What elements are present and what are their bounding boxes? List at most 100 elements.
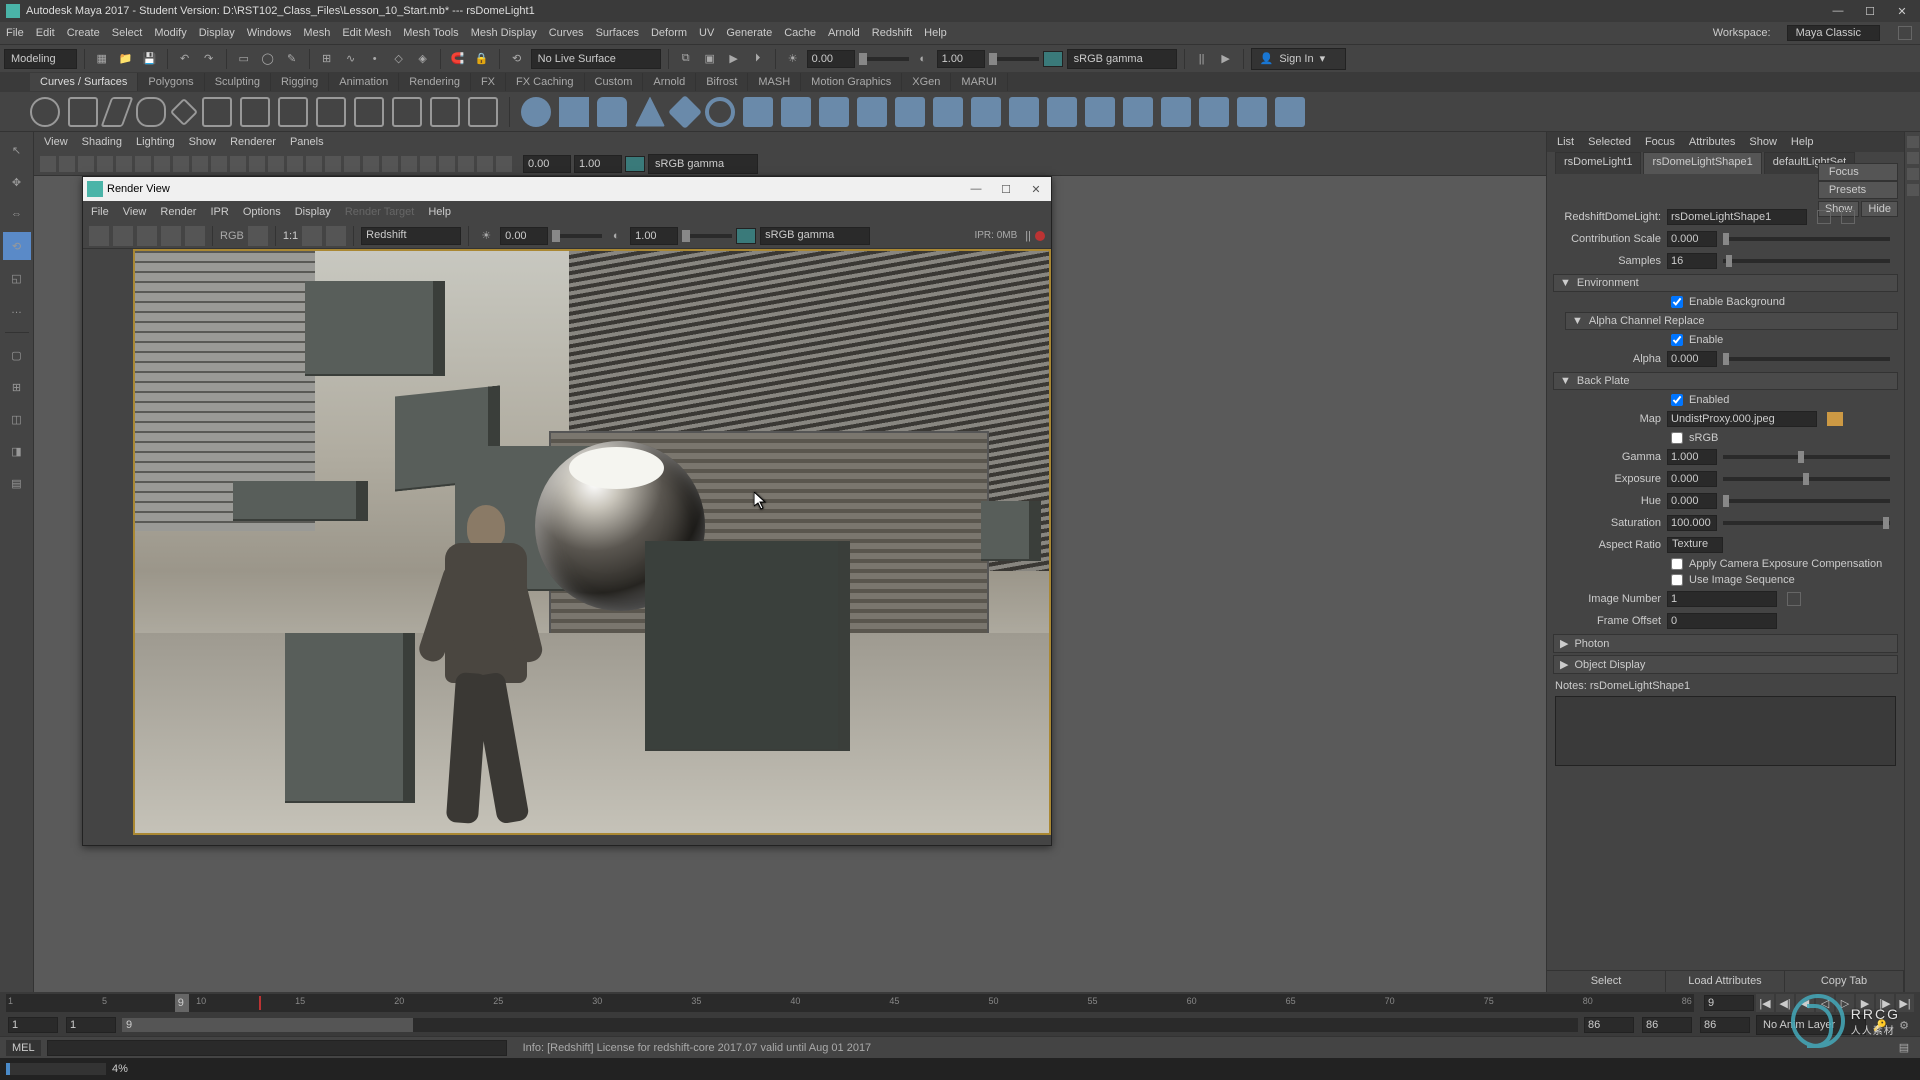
ae-enable-check[interactable] (1671, 334, 1683, 346)
panel-menu-renderer[interactable]: Renderer (230, 136, 276, 148)
time-track[interactable]: 1 5 10 15 20 25 30 35 40 45 50 55 60 65 … (6, 994, 1694, 1012)
range-end[interactable] (1584, 1017, 1634, 1033)
shelf-arc2-icon[interactable] (278, 97, 308, 127)
shelf-tab-xgen[interactable]: XGen (902, 73, 951, 91)
rv-snapshot-icon[interactable] (137, 226, 157, 246)
rv-refresh-icon[interactable] (185, 226, 205, 246)
shelf-open-close-icon[interactable] (1237, 97, 1267, 127)
ae-tab-show[interactable]: Show (1749, 136, 1777, 148)
viewtransform-swatch[interactable] (1043, 51, 1063, 67)
paint-select-icon[interactable]: ✎ (282, 49, 302, 69)
shelf-attach-icon[interactable] (316, 97, 346, 127)
panel-icon[interactable] (97, 156, 113, 172)
ae-seq-icon[interactable] (1787, 592, 1801, 606)
menu-modify[interactable]: Modify (154, 27, 186, 39)
shelf-ep-icon[interactable] (101, 97, 134, 127)
ae-enablebg-check[interactable] (1671, 296, 1683, 308)
shelf-attach-surf-icon[interactable] (1161, 97, 1191, 127)
ae-alpha-val[interactable] (1667, 351, 1717, 367)
panel-icon[interactable] (306, 156, 322, 172)
ae-presets-button[interactable]: Presets (1818, 181, 1898, 199)
rv-menu-ipr[interactable]: IPR (210, 206, 228, 218)
panel-menu-view[interactable]: View (44, 136, 68, 148)
panel-icon[interactable] (249, 156, 265, 172)
panel-menu-panels[interactable]: Panels (290, 136, 324, 148)
menu-cache[interactable]: Cache (784, 27, 816, 39)
ae-srgb-check[interactable] (1671, 432, 1683, 444)
rv-minimize[interactable]: — (961, 179, 991, 199)
shelf-bevel-icon[interactable] (971, 97, 1001, 127)
shelf-sphere-icon[interactable] (521, 97, 551, 127)
menu-redshift[interactable]: Redshift (872, 27, 912, 39)
rotate-tool-icon[interactable]: ⟲ (3, 232, 31, 260)
ae-bp-enabled-check[interactable] (1671, 394, 1683, 406)
rv-alpha-icon[interactable] (248, 226, 268, 246)
range-end-b[interactable] (1642, 1017, 1692, 1033)
panel-icon[interactable] (59, 156, 75, 172)
menu-create[interactable]: Create (67, 27, 100, 39)
menu-windows[interactable]: Windows (247, 27, 292, 39)
snap-plane-icon[interactable]: ◇ (389, 49, 409, 69)
snap-live-icon[interactable]: ◈ (413, 49, 433, 69)
cmd-input[interactable] (47, 1040, 507, 1056)
shelf-pencil-icon[interactable] (202, 97, 232, 127)
shelf-torus-icon[interactable] (705, 97, 735, 127)
menu-file[interactable]: File (6, 27, 24, 39)
menu-uv[interactable]: UV (699, 27, 714, 39)
hyper-icon[interactable]: ▤ (3, 469, 31, 497)
rv-menu-options[interactable]: Options (243, 206, 281, 218)
ae-useseq-check[interactable] (1671, 574, 1683, 586)
shelf-tab-sculpt[interactable]: Sculpting (205, 73, 271, 91)
close-button[interactable]: ✕ (1888, 2, 1916, 20)
shelf-tab-arnold[interactable]: Arnold (643, 73, 696, 91)
panel-menu-lighting[interactable]: Lighting (136, 136, 175, 148)
panel-icon[interactable] (420, 156, 436, 172)
rv-exposure[interactable] (500, 227, 548, 245)
ae-tab-focus[interactable]: Focus (1645, 136, 1675, 148)
render-view-image[interactable] (133, 249, 1051, 835)
shelf-tab-mgfx[interactable]: Motion Graphics (801, 73, 902, 91)
current-time-marker[interactable]: 9 (175, 994, 189, 1012)
save-scene-icon[interactable]: 💾 (140, 49, 160, 69)
panel-exposure[interactable] (523, 155, 571, 173)
signin-button[interactable]: 👤 Sign In ▾ (1251, 48, 1346, 70)
range-start-b[interactable] (66, 1017, 116, 1033)
ae-focus-button[interactable]: Focus (1818, 163, 1898, 181)
rv-gam-slider[interactable] (682, 234, 732, 238)
ae-tab-help[interactable]: Help (1791, 136, 1814, 148)
ae-copy-button[interactable]: Copy Tab (1785, 971, 1904, 992)
shelf-tab-render[interactable]: Rendering (399, 73, 471, 91)
ae-lock-icon[interactable] (1841, 210, 1855, 224)
ae-frameoff-val[interactable] (1667, 613, 1777, 629)
shelf-birail-icon[interactable] (895, 97, 925, 127)
menu-surfaces[interactable]: Surfaces (596, 27, 639, 39)
rv-menu-view[interactable]: View (123, 206, 147, 218)
rv-menu-render[interactable]: Render (160, 206, 196, 218)
ae-aspect-dd[interactable]: Texture (1667, 537, 1723, 553)
snap-curve-icon[interactable]: ∿ (341, 49, 361, 69)
colorspace-dropdown[interactable]: sRGB gamma (1067, 49, 1177, 69)
panel-icon[interactable] (458, 156, 474, 172)
ae-gamma-slider[interactable] (1723, 455, 1890, 459)
ae-tab-list[interactable]: List (1557, 136, 1574, 148)
ae-gamma-val[interactable] (1667, 449, 1717, 465)
current-frame-field[interactable] (1704, 995, 1754, 1011)
lasso-tool-icon[interactable]: ✥ (3, 168, 31, 196)
gamma-slider[interactable] (989, 57, 1039, 61)
panel-icon[interactable] (268, 156, 284, 172)
rv-ipr-icon[interactable] (161, 226, 181, 246)
lock-icon[interactable]: 🔒 (472, 49, 492, 69)
shelf-tab-marui[interactable]: MARUI (951, 73, 1007, 91)
panel-icon[interactable] (382, 156, 398, 172)
panel-icon[interactable] (401, 156, 417, 172)
rv-colorspace[interactable]: sRGB gamma (760, 227, 870, 245)
rv-exp-slider[interactable] (552, 234, 602, 238)
four-view-icon[interactable]: ⊞ (3, 373, 31, 401)
lasso-icon[interactable]: ◯ (258, 49, 278, 69)
render-seq-icon[interactable]: ⏵ (748, 49, 768, 69)
panel-icon[interactable] (116, 156, 132, 172)
ae-expand-icon[interactable] (1817, 210, 1831, 224)
select-tool-icon[interactable]: ↖ (3, 136, 31, 164)
range-start[interactable] (8, 1017, 58, 1033)
ae-exp-slider[interactable] (1723, 477, 1890, 481)
